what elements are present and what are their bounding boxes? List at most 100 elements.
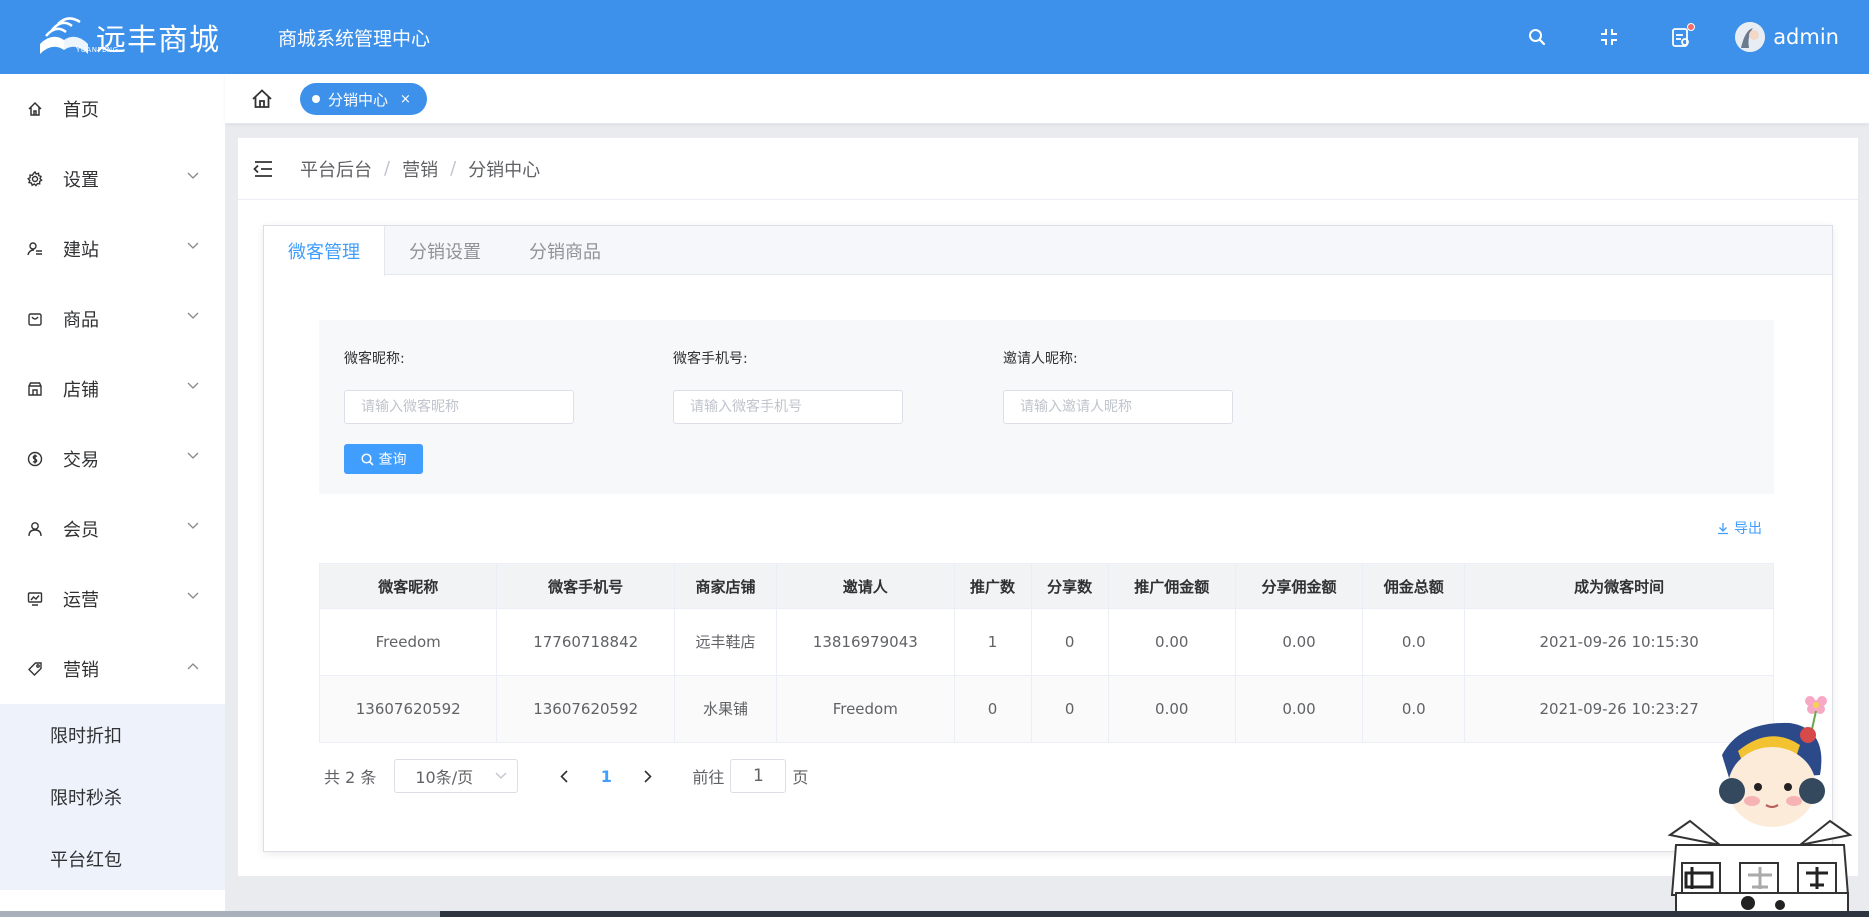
phone-input[interactable] <box>673 390 903 424</box>
tabs-bar: 分销中心 × <box>225 74 1869 124</box>
column-header: 推广佣金额 <box>1107 563 1236 609</box>
sidebar-item-settings[interactable]: 设置 <box>0 144 225 214</box>
search-icon <box>360 452 374 466</box>
trade-icon <box>26 450 44 468</box>
chevron-down-icon <box>187 522 199 529</box>
table-cell: 0.00 <box>1234 675 1364 743</box>
column-header: 分享佣金额 <box>1234 563 1364 609</box>
column-header: 微客手机号 <box>496 563 675 609</box>
column-header: 商家店铺 <box>673 563 778 609</box>
column-header: 分享数 <box>1030 563 1109 609</box>
table-cell: 13607620592 <box>318 675 498 743</box>
table-cell: 1 <box>953 608 1032 676</box>
goto-suffix: 页 <box>792 768 809 787</box>
nickname-input[interactable] <box>344 390 574 424</box>
table-cell: 水果铺 <box>673 675 778 743</box>
sidebar-item-store[interactable]: 店铺 <box>0 354 225 424</box>
notification-icon[interactable] <box>1669 23 1696 49</box>
sidebar-item-goods[interactable]: 商品 <box>0 284 225 354</box>
tab-distribution-goods[interactable]: 分销商品 <box>505 226 625 275</box>
tab-distribution-center[interactable]: 分销中心 × <box>300 83 427 115</box>
search-button[interactable]: 查询 <box>344 444 423 474</box>
sidebar-item-label: 会员 <box>63 520 99 541</box>
user-name[interactable]: admin <box>1773 25 1839 49</box>
search-icon[interactable] <box>1525 25 1549 49</box>
sidebar-item-member[interactable]: 会员 <box>0 494 225 564</box>
pagination: 共 2 条 10条/页 1 前往 页 <box>324 759 808 793</box>
store-icon <box>26 380 44 398</box>
breadcrumb-item[interactable]: 营销 <box>402 156 438 182</box>
main-content: 平台后台 / 营销 / 分销中心 微客管理 分销设置 分销商品 微客昵称: 微客… <box>238 138 1858 876</box>
table-cell: 2021-09-26 10:15:30 <box>1464 608 1774 676</box>
table-cell: 0.0 <box>1362 675 1466 743</box>
sidebar: 首页 设置 建站 商品 店铺 交易 会员 运营 营销 限时折扣 限时秒杀 平台红… <box>0 74 225 917</box>
distribution-card: 微客管理 分销设置 分销商品 微客昵称: 微客手机号: 邀请人昵称: 查询 导出… <box>263 225 1833 852</box>
page-number-current[interactable]: 1 <box>582 767 630 786</box>
column-header: 成为微客时间 <box>1464 563 1774 609</box>
breadcrumb-row: 平台后台 / 营销 / 分销中心 <box>238 138 1858 200</box>
fullscreen-icon[interactable] <box>1597 25 1621 49</box>
table-cell: 0.0 <box>1362 608 1466 676</box>
tab-distribution-settings[interactable]: 分销设置 <box>385 226 505 275</box>
sidebar-item-label: 店铺 <box>63 380 99 401</box>
close-icon[interactable]: × <box>400 92 411 107</box>
sidebar-subitem-platform-coupon[interactable]: 平台红包 <box>0 828 225 890</box>
sidebar-subitem-flash-sale[interactable]: 限时秒杀 <box>0 766 225 828</box>
download-icon <box>1718 523 1728 535</box>
logo[interactable]: 远丰商城 YUANFENG <box>36 0 236 74</box>
mascot-character[interactable] <box>1660 695 1860 917</box>
search-button-label: 查询 <box>378 452 407 468</box>
sidebar-subitem-limited-discount[interactable]: 限时折扣 <box>0 704 225 766</box>
column-header: 推广数 <box>953 563 1032 609</box>
table-cell: 13607620592 <box>496 675 675 743</box>
table-row[interactable]: 13607620592 13607620592 水果铺 Freedom 0 0 … <box>318 675 1774 743</box>
active-dot <box>312 95 320 103</box>
inviter-input[interactable] <box>1003 390 1233 424</box>
card-tabs: 微客管理 分销设置 分销商品 <box>264 226 1832 276</box>
taskbar-scroll-thumb[interactable] <box>0 911 440 917</box>
table-row[interactable]: Freedom 17760718842 远丰鞋店 13816979043 1 0… <box>318 608 1774 676</box>
sidebar-item-marketing[interactable]: 营销 <box>0 634 225 704</box>
top-header: 远丰商城 YUANFENG 商城系统管理中心 admin <box>0 0 1869 74</box>
next-page-button[interactable] <box>630 759 666 793</box>
breadcrumb-separator: / <box>384 158 391 179</box>
prev-page-button[interactable] <box>546 759 582 793</box>
gear-icon <box>26 170 44 188</box>
goto-page-input[interactable] <box>730 759 787 793</box>
app-title: 商城系统管理中心 <box>278 27 431 50</box>
chevron-down-icon <box>187 382 199 389</box>
sidebar-item-label: 建站 <box>63 240 99 261</box>
sidebar-item-label: 营销 <box>63 660 99 681</box>
sidebar-item-trade[interactable]: 交易 <box>0 424 225 494</box>
member-icon <box>26 520 44 538</box>
sidebar-item-operation[interactable]: 运营 <box>0 564 225 634</box>
table-cell: 0 <box>1030 675 1109 743</box>
sidebar-item-label: 设置 <box>63 170 99 191</box>
marketing-submenu: 限时折扣 限时秒杀 平台红包 <box>0 704 225 890</box>
logo-subtext: YUANFENG <box>76 46 119 54</box>
table-cell: 0 <box>953 675 1032 743</box>
chevron-down-icon <box>187 172 199 179</box>
tag-icon <box>26 660 44 678</box>
collapse-sidebar-icon[interactable] <box>252 159 274 179</box>
chevron-down-icon <box>187 242 199 249</box>
micro-customer-table: 微客昵称 微客手机号 商家店铺 邀请人 推广数 分享数 推广佣金额 分享佣金额 … <box>318 563 1774 743</box>
operation-icon <box>26 590 44 608</box>
home-tab-icon[interactable] <box>250 87 274 111</box>
filter-panel: 微客昵称: 微客手机号: 邀请人昵称: 查询 <box>319 320 1774 494</box>
breadcrumb-separator: / <box>450 158 457 179</box>
breadcrumb-item[interactable]: 平台后台 <box>300 156 372 182</box>
breadcrumb-current: 分销中心 <box>468 159 541 181</box>
page-size-select[interactable]: 10条/页 <box>394 759 519 793</box>
tab-micro-customer-management[interactable]: 微客管理 <box>264 226 385 276</box>
sidebar-item-home[interactable]: 首页 <box>0 74 225 144</box>
export-label: 导出 <box>1734 521 1762 537</box>
notification-badge <box>1687 23 1696 31</box>
sidebar-item-label: 首页 <box>63 100 99 121</box>
table-cell: 0.00 <box>1107 608 1236 676</box>
export-button[interactable]: 导出 <box>1716 518 1762 538</box>
avatar[interactable] <box>1735 22 1766 52</box>
column-header: 邀请人 <box>776 563 955 609</box>
sidebar-item-label: 运营 <box>63 590 99 611</box>
sidebar-item-site[interactable]: 建站 <box>0 214 225 284</box>
